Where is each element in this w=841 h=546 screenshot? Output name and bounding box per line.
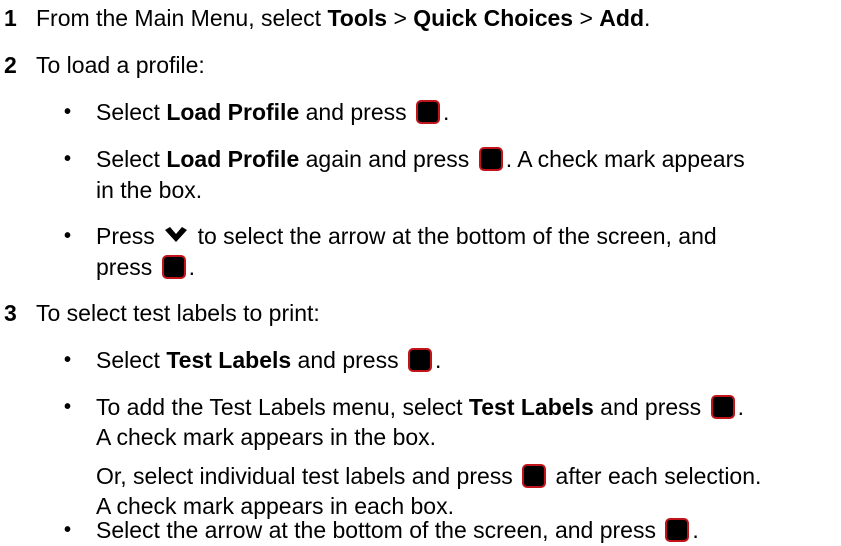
bullet-press-down: Press to select the arrow at the bottom … [96,223,717,249]
bullet-continuation: A check mark appears in the box. [96,424,437,450]
bullet: • [64,225,72,247]
enter-key-icon [416,100,441,124]
bullet-add-test-labels-menu: To add the Test Labels menu, select Test… [96,394,744,420]
bullet-test-labels: Select Test Labels and press . [96,347,442,373]
bullet-continuation: in the box. [96,177,203,203]
step-number: 1 [4,5,17,31]
step-2-intro: To load a profile: [36,52,205,78]
bullet: • [64,396,72,418]
bullet-load-profile: Select Load Profile and press . [96,99,450,125]
bullet: • [64,349,72,371]
bullet: • [64,101,72,123]
bullet-continuation: press . [96,254,196,280]
down-chevron-icon [163,226,189,246]
bullet: • [64,148,72,170]
instruction-document: 1 From the Main Menu, select Tools > Qui… [0,0,841,546]
individual-labels-paragraph: Or, select individual test labels and pr… [96,463,762,489]
enter-key-icon [522,464,547,488]
enter-key-icon [407,348,432,372]
bullet-select-arrow: Select the arrow at the bottom of the sc… [96,517,699,543]
step-number: 3 [4,300,17,326]
menu-quick-choices: Quick Choices [413,5,574,31]
enter-key-icon [478,147,503,171]
bullet: • [64,519,72,541]
enter-key-icon [161,255,186,279]
bullet-load-profile-again: Select Load Profile again and press . A … [96,146,745,172]
enter-key-icon [665,518,690,542]
menu-add: Add [599,5,645,31]
menu-tools: Tools [327,5,388,31]
step-1-text: From the Main Menu, select Tools > Quick… [36,5,651,31]
step-3-intro: To select test labels to print: [36,300,320,326]
enter-key-icon [710,395,735,419]
step-number: 2 [4,52,17,78]
